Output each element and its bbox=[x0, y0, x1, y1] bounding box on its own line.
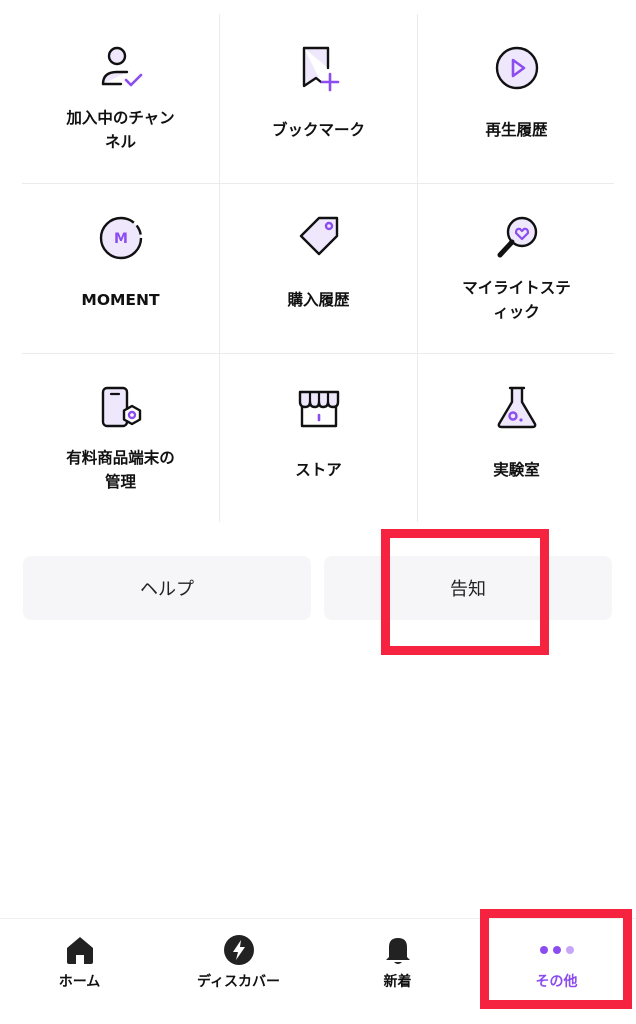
bookmark-add-icon bbox=[293, 42, 345, 94]
tab-label: ホーム bbox=[58, 974, 101, 990]
menu-item-subscribed-channels[interactable]: 加入中のチャン ネル bbox=[22, 14, 219, 183]
tab-home[interactable]: ホーム bbox=[0, 919, 159, 1024]
store-icon bbox=[293, 382, 345, 434]
tab-label: ディスカバー bbox=[196, 974, 281, 990]
moment-icon: M bbox=[95, 212, 147, 264]
menu-item-bookmark[interactable]: ブックマーク bbox=[220, 14, 417, 183]
tab-label: その他 bbox=[535, 974, 578, 990]
menu-item-purchase-history[interactable]: 購入履歴 bbox=[220, 184, 417, 353]
help-button[interactable]: ヘルプ bbox=[23, 556, 311, 620]
menu-item-label: 購入履歴 bbox=[287, 291, 350, 309]
menu-item-store[interactable]: ストア bbox=[220, 354, 417, 523]
notice-button[interactable]: 告知 bbox=[324, 556, 612, 620]
menu-item-label: ブックマーク bbox=[271, 121, 365, 139]
menu-item-label: 加入中のチャン ネル bbox=[66, 109, 175, 151]
menu-item-label: MOMENT bbox=[81, 291, 160, 309]
svg-text:M: M bbox=[114, 231, 128, 247]
tab-label: 新着 bbox=[383, 974, 412, 990]
menu-item-lab[interactable]: 実験室 bbox=[418, 354, 615, 523]
menu-item-label: 再生履歴 bbox=[485, 121, 548, 139]
home-icon bbox=[63, 933, 97, 967]
bell-icon bbox=[381, 933, 415, 967]
menu-item-label: 有料商品端末の 管理 bbox=[66, 449, 175, 491]
lightning-icon bbox=[222, 933, 256, 967]
tab-discover[interactable]: ディスカバー bbox=[159, 919, 318, 1024]
lightstick-icon bbox=[491, 212, 543, 264]
tab-notifications[interactable]: 新着 bbox=[318, 919, 477, 1024]
menu-item-label: ストア bbox=[295, 461, 342, 479]
flask-icon bbox=[491, 382, 543, 434]
menu-item-label: マイライトステ ィック bbox=[462, 279, 571, 321]
menu-item-moment[interactable]: M MOMENT bbox=[22, 184, 219, 353]
play-history-icon bbox=[491, 42, 543, 94]
menu-grid: 加入中のチャン ネル ブックマーク 再生履歴 M MOMENT 購入履歴 マイラ… bbox=[22, 14, 614, 522]
menu-item-device-management[interactable]: 有料商品端末の 管理 bbox=[22, 354, 219, 523]
purchase-tag-icon bbox=[293, 212, 345, 264]
menu-item-label: 実験室 bbox=[493, 461, 540, 479]
menu-item-play-history[interactable]: 再生履歴 bbox=[418, 14, 615, 183]
more-dots-icon bbox=[539, 933, 574, 967]
device-management-icon bbox=[95, 382, 147, 434]
subscribed-user-icon bbox=[95, 42, 147, 94]
bottom-tab-bar: ホーム ディスカバー 新着 その他 bbox=[0, 909, 636, 1024]
menu-item-my-lightstick[interactable]: マイライトステ ィック bbox=[418, 184, 615, 353]
tab-more[interactable]: その他 bbox=[477, 919, 636, 1024]
